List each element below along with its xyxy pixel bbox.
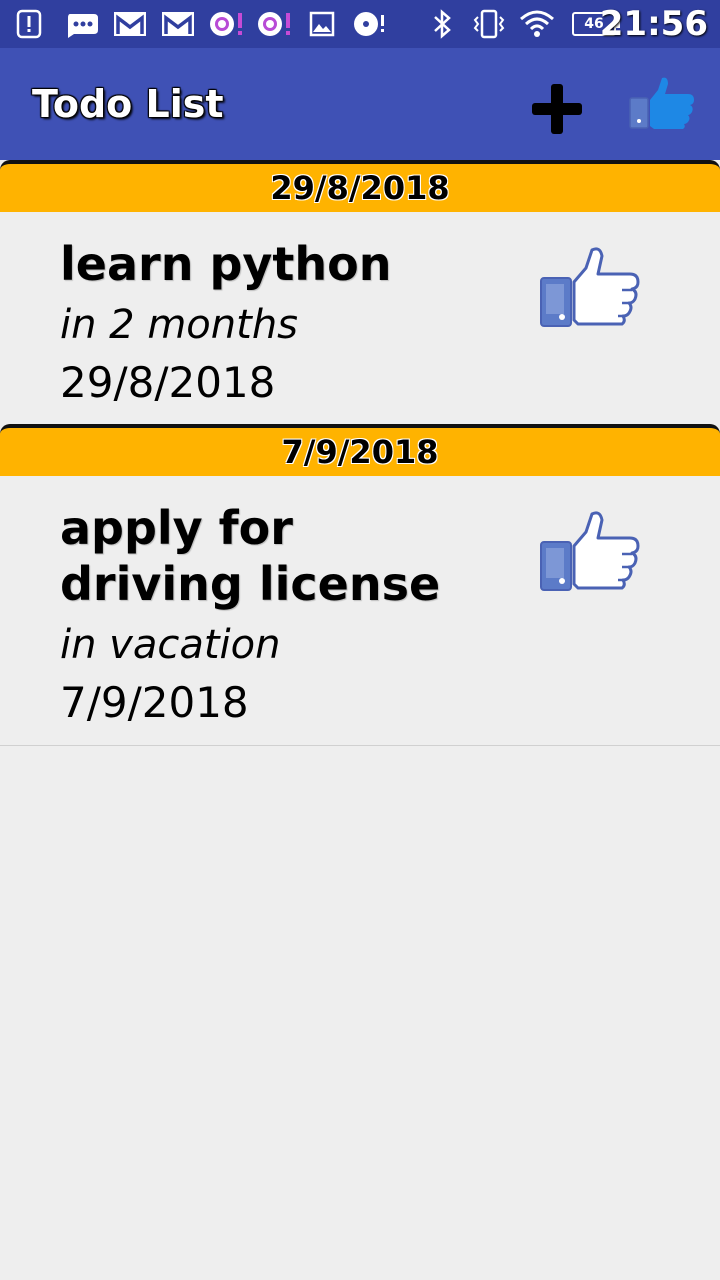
- message-icon: [64, 8, 100, 40]
- clock: 21:56: [599, 4, 708, 44]
- like-button[interactable]: [628, 76, 696, 132]
- section-header-date: 7/9/2018: [281, 433, 439, 471]
- quora-icon: [256, 8, 296, 40]
- list-item[interactable]: learn python in 2 months 29/8/2018: [0, 212, 720, 424]
- todo-like-button[interactable]: [538, 510, 642, 596]
- bluetooth-icon: [430, 8, 456, 40]
- thumbs-up-icon: [540, 511, 640, 591]
- thumbs-up-icon: [629, 77, 694, 129]
- todo-list: 29/8/2018 learn python in 2 months 29/8/…: [0, 160, 720, 746]
- app-bar: Todo List: [0, 48, 720, 160]
- todo-title: apply for driving license: [60, 501, 441, 611]
- wifi-icon: [518, 8, 556, 40]
- status-bar: 46 21:56: [0, 0, 720, 48]
- plus-icon: [532, 84, 582, 134]
- todo-date: 7/9/2018: [60, 678, 249, 727]
- todo-date: 29/8/2018: [60, 358, 276, 407]
- alert-icon: [16, 8, 42, 40]
- todo-note: in vacation: [60, 622, 281, 668]
- section-header: 7/9/2018: [0, 424, 720, 476]
- gmail-icon: [160, 8, 196, 40]
- add-todo-button[interactable]: [526, 78, 588, 140]
- section-header-date: 29/8/2018: [270, 169, 450, 207]
- vibrate-icon: [472, 8, 506, 40]
- gmail-icon: [112, 8, 148, 40]
- page-title: Todo List: [32, 82, 224, 126]
- disc-icon: [352, 8, 388, 40]
- todo-like-button[interactable]: [538, 246, 642, 332]
- quora-icon: [208, 8, 248, 40]
- todo-title: learn python: [60, 237, 392, 291]
- list-item[interactable]: apply for driving license in vacation 7/…: [0, 476, 720, 746]
- thumbs-up-icon: [540, 247, 640, 327]
- section-header: 29/8/2018: [0, 160, 720, 212]
- image-icon: [308, 8, 336, 40]
